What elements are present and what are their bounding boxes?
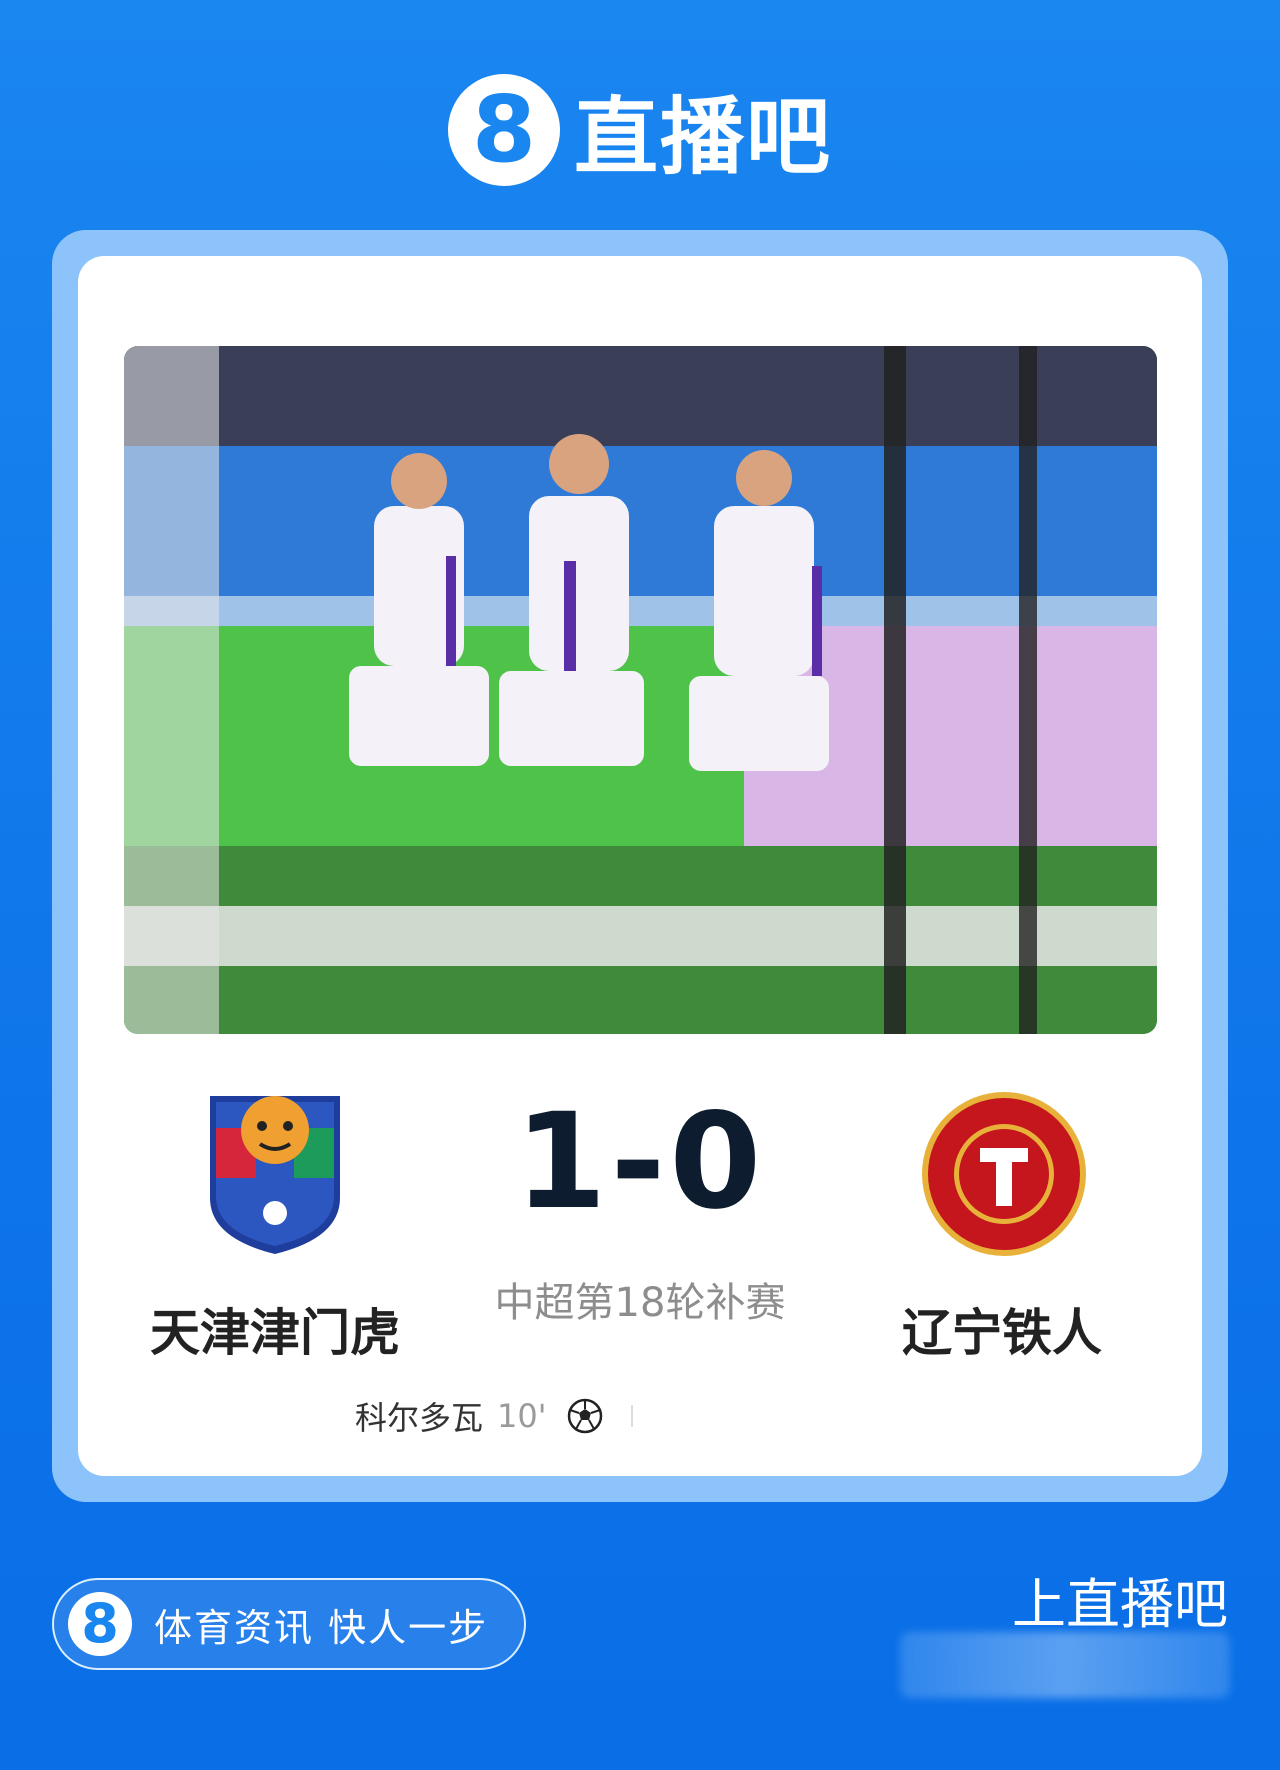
match-score: 1-0 bbox=[514, 1085, 766, 1239]
brand-logo-icon: 8 bbox=[447, 74, 560, 186]
footer-logo-icon: 8 bbox=[68, 1592, 132, 1656]
home-team-logo bbox=[200, 1088, 350, 1256]
footer-logo-glyph: 8 bbox=[81, 1592, 119, 1655]
scorer-name: 科尔多瓦 bbox=[355, 1399, 484, 1437]
home-team-name: 天津津门虎 bbox=[150, 1304, 400, 1362]
slogan-text: 体育资讯 快人一步 bbox=[154, 1605, 489, 1650]
cta-text: 上直播吧 bbox=[1012, 1573, 1228, 1636]
blurred-url bbox=[900, 1632, 1230, 1698]
brand-logo-glyph: 8 bbox=[471, 76, 536, 183]
soccer-ball-icon bbox=[567, 1398, 602, 1434]
brand-name: 直播吧 bbox=[573, 87, 832, 186]
away-team-logo bbox=[920, 1090, 1088, 1258]
away-team-name: 辽宁铁人 bbox=[902, 1304, 1102, 1362]
goal-divider bbox=[630, 1405, 633, 1427]
app-header: 8 直播吧 bbox=[0, 70, 1280, 190]
goal-event: 科尔多瓦 10' bbox=[355, 1393, 633, 1439]
match-round: 中超第18轮补赛 bbox=[494, 1280, 786, 1326]
match-photo bbox=[124, 346, 1157, 1034]
tiger-crest-icon bbox=[210, 1096, 340, 1254]
goal-minute: 10' bbox=[497, 1397, 547, 1435]
tieren-crest-icon bbox=[922, 1092, 1086, 1256]
match-photo-illustration bbox=[124, 346, 1157, 1034]
slogan-pill: 8 体育资讯 快人一步 bbox=[52, 1578, 526, 1670]
